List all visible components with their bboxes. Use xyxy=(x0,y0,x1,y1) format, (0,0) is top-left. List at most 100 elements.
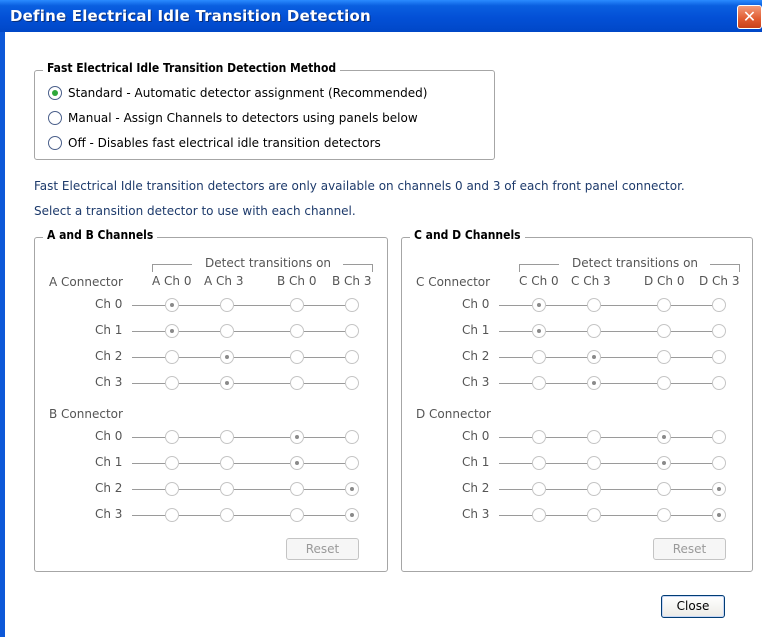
row-line xyxy=(499,515,532,516)
detector-radio[interactable] xyxy=(345,482,359,496)
detector-radio[interactable] xyxy=(345,350,359,364)
detector-radio[interactable] xyxy=(712,350,726,364)
detector-radio[interactable] xyxy=(587,376,601,390)
detector-radio[interactable] xyxy=(657,430,671,444)
detector-radio[interactable] xyxy=(712,482,726,496)
detector-radio[interactable] xyxy=(657,350,671,364)
detector-radio[interactable] xyxy=(712,298,726,312)
detector-radio[interactable] xyxy=(165,298,179,312)
connector-label: C Connector xyxy=(416,275,491,289)
method-option-off[interactable]: Off - Disables fast electrical idle tran… xyxy=(48,135,381,151)
row-line xyxy=(671,437,712,438)
row-line xyxy=(132,437,165,438)
detector-radio[interactable] xyxy=(345,324,359,338)
detector-radio[interactable] xyxy=(165,456,179,470)
detector-radio[interactable] xyxy=(220,376,234,390)
row-label: Ch 1 xyxy=(95,323,123,337)
row-line xyxy=(304,383,345,384)
row-line xyxy=(304,331,345,332)
radio-manual[interactable] xyxy=(48,111,62,125)
detector-radio[interactable] xyxy=(587,482,601,496)
detector-radio[interactable] xyxy=(220,350,234,364)
detector-radio[interactable] xyxy=(532,376,546,390)
radio-off[interactable] xyxy=(48,136,62,150)
detector-radio[interactable] xyxy=(657,456,671,470)
row-line xyxy=(499,357,532,358)
detector-radio[interactable] xyxy=(220,508,234,522)
detector-radio[interactable] xyxy=(290,350,304,364)
detector-radio[interactable] xyxy=(345,508,359,522)
detector-radio[interactable] xyxy=(290,430,304,444)
detector-radio[interactable] xyxy=(290,298,304,312)
detector-radio[interactable] xyxy=(532,508,546,522)
row-line xyxy=(546,489,587,490)
detector-radio[interactable] xyxy=(587,324,601,338)
row-line xyxy=(179,331,220,332)
detector-radio[interactable] xyxy=(220,324,234,338)
reset-button[interactable]: Reset xyxy=(286,538,359,560)
detector-radio[interactable] xyxy=(712,508,726,522)
detector-radio[interactable] xyxy=(657,324,671,338)
detector-radio[interactable] xyxy=(657,298,671,312)
detector-radio[interactable] xyxy=(532,456,546,470)
row-label: Ch 0 xyxy=(462,297,490,311)
row-label: Ch 0 xyxy=(462,429,490,443)
detector-radio[interactable] xyxy=(532,430,546,444)
connector-label: B Connector xyxy=(49,407,123,421)
row-label: Ch 2 xyxy=(462,349,490,363)
connector-label: A Connector xyxy=(49,275,123,289)
close-button[interactable]: Close xyxy=(661,595,725,618)
detector-radio[interactable] xyxy=(165,376,179,390)
detector-radio[interactable] xyxy=(712,430,726,444)
row-line xyxy=(132,489,165,490)
method-option-standard[interactable]: Standard - Automatic detector assignment… xyxy=(48,85,427,101)
detector-radio[interactable] xyxy=(532,482,546,496)
detector-radio[interactable] xyxy=(587,430,601,444)
detector-radio[interactable] xyxy=(712,324,726,338)
row-line xyxy=(179,515,220,516)
detector-radio[interactable] xyxy=(657,376,671,390)
method-option-manual[interactable]: Manual - Assign Channels to detectors us… xyxy=(48,110,418,126)
detector-radio[interactable] xyxy=(165,508,179,522)
detector-radio[interactable] xyxy=(220,298,234,312)
detector-radio[interactable] xyxy=(290,376,304,390)
detector-radio[interactable] xyxy=(220,456,234,470)
row-line xyxy=(304,489,345,490)
detector-radio[interactable] xyxy=(220,482,234,496)
detector-radio[interactable] xyxy=(220,430,234,444)
detector-radio[interactable] xyxy=(532,350,546,364)
detector-radio[interactable] xyxy=(532,298,546,312)
detector-radio[interactable] xyxy=(165,324,179,338)
detector-radio[interactable] xyxy=(712,376,726,390)
detector-radio[interactable] xyxy=(587,350,601,364)
detector-radio[interactable] xyxy=(290,456,304,470)
detector-radio[interactable] xyxy=(587,456,601,470)
detector-radio[interactable] xyxy=(345,298,359,312)
detect-bracket-right xyxy=(710,264,740,265)
title-bar[interactable]: Define Electrical Idle Transition Detect… xyxy=(0,0,762,32)
detector-radio[interactable] xyxy=(290,508,304,522)
row-line xyxy=(132,463,165,464)
detector-radio[interactable] xyxy=(290,324,304,338)
detector-radio[interactable] xyxy=(345,376,359,390)
detector-radio[interactable] xyxy=(345,430,359,444)
detector-radio[interactable] xyxy=(587,298,601,312)
detector-radio[interactable] xyxy=(712,456,726,470)
detector-radio[interactable] xyxy=(165,350,179,364)
radio-standard[interactable] xyxy=(48,86,62,100)
row-line xyxy=(304,437,345,438)
row-label: Ch 3 xyxy=(95,507,123,521)
detector-radio[interactable] xyxy=(165,482,179,496)
detector-radio[interactable] xyxy=(532,324,546,338)
detector-radio[interactable] xyxy=(165,430,179,444)
detector-radio[interactable] xyxy=(587,508,601,522)
detector-radio[interactable] xyxy=(657,482,671,496)
close-window-icon[interactable]: ✕ xyxy=(737,5,762,29)
reset-button[interactable]: Reset xyxy=(653,538,726,560)
detector-radio[interactable] xyxy=(345,456,359,470)
row-line xyxy=(671,357,712,358)
row-label: Ch 1 xyxy=(95,455,123,469)
detector-radio[interactable] xyxy=(657,508,671,522)
detector-radio[interactable] xyxy=(290,482,304,496)
row-line xyxy=(179,489,220,490)
